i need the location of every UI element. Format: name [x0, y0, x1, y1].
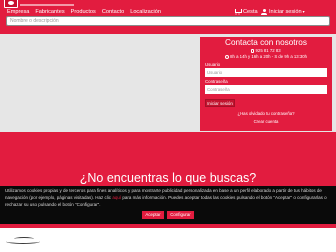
forgot-password-link[interactable]: ¿Has olvidado tu contraseña?	[200, 111, 332, 117]
hours-text: 8h a 14h y 16h a 20h - S de 9h a 13:30h	[230, 54, 308, 59]
login-label: Iniciar sesión	[269, 9, 302, 15]
cookie-text: Utilizamos cookies propias y de terceros…	[5, 188, 331, 208]
header-bar: Empresa Fabricantes Productos Contacto L…	[0, 0, 336, 34]
logo-icon	[4, 0, 18, 8]
logo-wordmark-graphic	[20, 0, 74, 6]
cookie-info-link[interactable]: aquí	[112, 195, 121, 200]
search-input[interactable]	[6, 16, 330, 26]
configure-cookies-button[interactable]: Configurar	[167, 211, 194, 219]
cart-label: Cesta	[243, 9, 258, 15]
clock-icon	[224, 55, 229, 59]
promo-headline: ¿No encuentras lo que buscas?	[79, 171, 257, 185]
password-field[interactable]	[205, 85, 327, 94]
password-label: Contraseña	[205, 79, 228, 84]
cart-link[interactable]: Cesta	[234, 8, 258, 16]
phone-icon	[251, 49, 255, 53]
contact-hours: 8h a 14h y 16h a 20h - S de 9h a 13:30h	[200, 54, 332, 60]
accept-cookies-button[interactable]: Aceptar	[142, 211, 164, 219]
page: Empresa Fabricantes Productos Contacto L…	[0, 0, 336, 252]
chevron-down-icon: ▾	[302, 9, 305, 14]
username-label: Usuario	[205, 62, 221, 67]
login-panel: Contacta con nosotros 925 81 72 83 8h a …	[200, 37, 332, 131]
cart-icon	[234, 9, 242, 15]
user-icon	[261, 9, 267, 15]
panel-title: Contacta con nosotros	[225, 38, 307, 47]
login-button[interactable]: Iniciar sesión	[205, 99, 235, 107]
signature-stroke	[14, 237, 34, 241]
username-field[interactable]	[205, 68, 327, 77]
create-account-link[interactable]: Crear cuenta	[200, 119, 332, 125]
signature-graphic	[4, 236, 64, 248]
phone-number: 925 81 72 83	[255, 48, 281, 53]
login-dropdown-toggle[interactable]: Iniciar sesión ▾	[261, 8, 305, 16]
